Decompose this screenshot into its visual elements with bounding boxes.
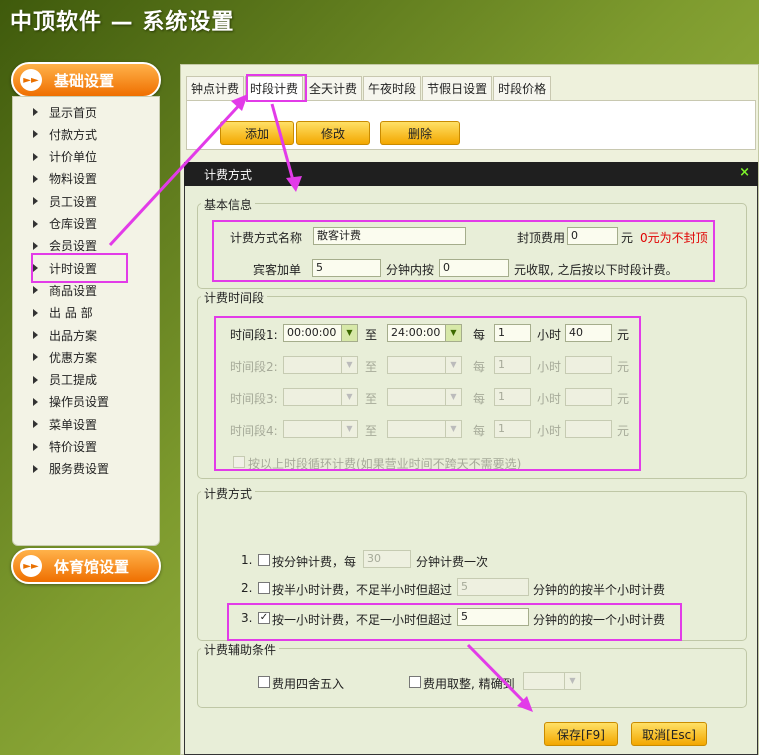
sidebar-item-label: 特价设置 xyxy=(49,440,98,454)
method-title: 计费方式 xyxy=(201,485,256,502)
triangle-right-icon xyxy=(33,442,38,451)
add-button[interactable]: 添加 xyxy=(220,121,294,145)
sidebar-item[interactable]: 员工提成 xyxy=(30,370,140,390)
edit-button[interactable]: 修改 xyxy=(296,121,370,145)
highlight-periods xyxy=(214,316,641,471)
sidebar-item[interactable]: 员工设置 xyxy=(30,191,140,211)
sidebar-item-label: 操作员设置 xyxy=(49,395,110,410)
sidebar-item[interactable]: 优惠方案 xyxy=(30,347,140,367)
sidebar-item-label: 会员设置 xyxy=(49,239,98,254)
triangle-right-icon xyxy=(33,331,38,339)
sidebar-item-label: 仓库设置 xyxy=(49,217,98,231)
triangle-right-icon xyxy=(33,197,38,206)
highlight-sidebar-selected xyxy=(31,253,128,283)
gym-settings-label: 体育馆设置 xyxy=(54,557,130,576)
sidebar-item[interactable]: 出品方案 xyxy=(30,325,140,345)
triangle-right-icon xyxy=(33,219,38,228)
sidebar-item[interactable]: 出 品 部 xyxy=(30,303,140,323)
sidebar-item[interactable]: 商品设置 xyxy=(30,280,140,300)
triangle-right-icon xyxy=(33,152,38,161)
sidebar-item-label: 计价单位 xyxy=(49,150,98,165)
sidebar-item-label: 出 品 部 xyxy=(49,306,93,321)
round-checkbox[interactable] xyxy=(258,676,270,688)
highlight-active-tab xyxy=(246,74,307,102)
sidebar-item[interactable]: 特价设置 xyxy=(30,437,140,457)
triangle-right-icon xyxy=(33,397,38,406)
option-2-checkbox[interactable] xyxy=(258,582,270,594)
sidebar-item-label: 显示首页 xyxy=(49,105,98,120)
option-2-number: 2. xyxy=(241,581,253,595)
sidebar-item[interactable]: 操作员设置 xyxy=(30,392,140,412)
sidebar-item-label: 员工提成 xyxy=(49,373,98,388)
basic-settings-label: 基础设置 xyxy=(54,71,115,90)
triangle-right-icon xyxy=(33,108,38,116)
integer-checkbox[interactable] xyxy=(409,676,421,688)
triangle-right-icon xyxy=(33,286,38,295)
basic-info-title: 基本信息 xyxy=(201,196,256,213)
highlight-option-3 xyxy=(227,603,682,641)
tab[interactable]: 午夜时段 xyxy=(363,76,422,100)
app-title: 中顶软件 — 系统设置 xyxy=(10,10,235,35)
delete-button[interactable]: 删除 xyxy=(380,121,460,145)
fast-forward-icon: ►► xyxy=(20,69,42,91)
sidebar-item[interactable]: 服务费设置 xyxy=(30,459,140,479)
sidebar-item[interactable]: 计价单位 xyxy=(30,147,140,167)
sidebar-item-label: 优惠方案 xyxy=(49,350,98,365)
triangle-right-icon xyxy=(33,420,38,429)
triangle-right-icon xyxy=(33,130,38,139)
aux-title: 计费辅助条件 xyxy=(201,641,280,658)
dialog-titlebar: 计费方式 × xyxy=(184,162,758,186)
save-button[interactable]: 保存[F9] xyxy=(544,722,618,746)
sidebar-item[interactable]: 仓库设置 xyxy=(30,214,140,234)
sidebar-item-label: 付款方式 xyxy=(49,127,98,142)
triangle-right-icon xyxy=(33,353,38,362)
fast-forward-icon: ►► xyxy=(20,555,42,577)
sidebar-item-label: 菜单设置 xyxy=(49,417,98,432)
triangle-right-icon xyxy=(33,308,38,317)
tab[interactable]: 全天计费 xyxy=(304,76,363,100)
option-1-suffix: 分钟计费一次 xyxy=(416,555,489,569)
chevron-down-icon: ▼ xyxy=(564,673,580,689)
sidebar-item-label: 员工设置 xyxy=(49,194,98,209)
tab[interactable]: 时段价格 xyxy=(493,76,552,100)
tab[interactable]: 节假日设置 xyxy=(422,76,493,100)
option-2-suffix: 分钟的的按半个小时计费 xyxy=(533,583,666,597)
triangle-right-icon xyxy=(33,241,38,250)
periods-title: 计费时间段 xyxy=(201,289,268,306)
sidebar-item-label: 服务费设置 xyxy=(49,462,110,477)
integer-label: 费用取整, 精确到 xyxy=(423,677,515,691)
option-2-label: 按半小时计费，不足半小时但超过 xyxy=(272,583,453,597)
sidebar-item-label: 出品方案 xyxy=(49,328,98,343)
sidebar-item-label: 商品设置 xyxy=(49,283,98,298)
sidebar-item[interactable]: 付款方式 xyxy=(30,124,140,144)
dialog-title: 计费方式 xyxy=(204,167,253,182)
tab[interactable]: 钟点计费 xyxy=(186,76,245,100)
sidebar-item[interactable]: 显示首页 xyxy=(30,102,140,122)
option-1-checkbox[interactable] xyxy=(258,554,270,566)
round-label: 费用四舍五入 xyxy=(272,677,345,691)
highlight-basic-info xyxy=(212,220,715,282)
cancel-button[interactable]: 取消[Esc] xyxy=(631,722,707,746)
sidebar-item-label: 物料设置 xyxy=(49,172,98,187)
sidebar-item[interactable]: 菜单设置 xyxy=(30,414,140,434)
triangle-right-icon xyxy=(33,375,38,384)
close-icon[interactable]: × xyxy=(739,165,750,180)
gym-settings-button[interactable]: ►► 体育馆设置 xyxy=(11,548,161,584)
basic-settings-button[interactable]: ►► 基础设置 xyxy=(11,62,161,98)
option-2-input[interactable]: 5 xyxy=(457,578,529,596)
option-1-input[interactable]: 30 xyxy=(363,550,411,568)
triangle-right-icon xyxy=(33,174,38,183)
triangle-right-icon xyxy=(33,464,38,473)
precision-select[interactable]: ▼ xyxy=(523,672,581,690)
sidebar-item[interactable]: 物料设置 xyxy=(30,169,140,189)
option-1-number: 1. xyxy=(241,553,253,567)
tab-bar: 钟点计费 时段计费 全天计费 午夜时段 节假日设置 时段价格 xyxy=(186,76,552,100)
option-1-label: 按分钟计费，每 xyxy=(272,555,357,569)
